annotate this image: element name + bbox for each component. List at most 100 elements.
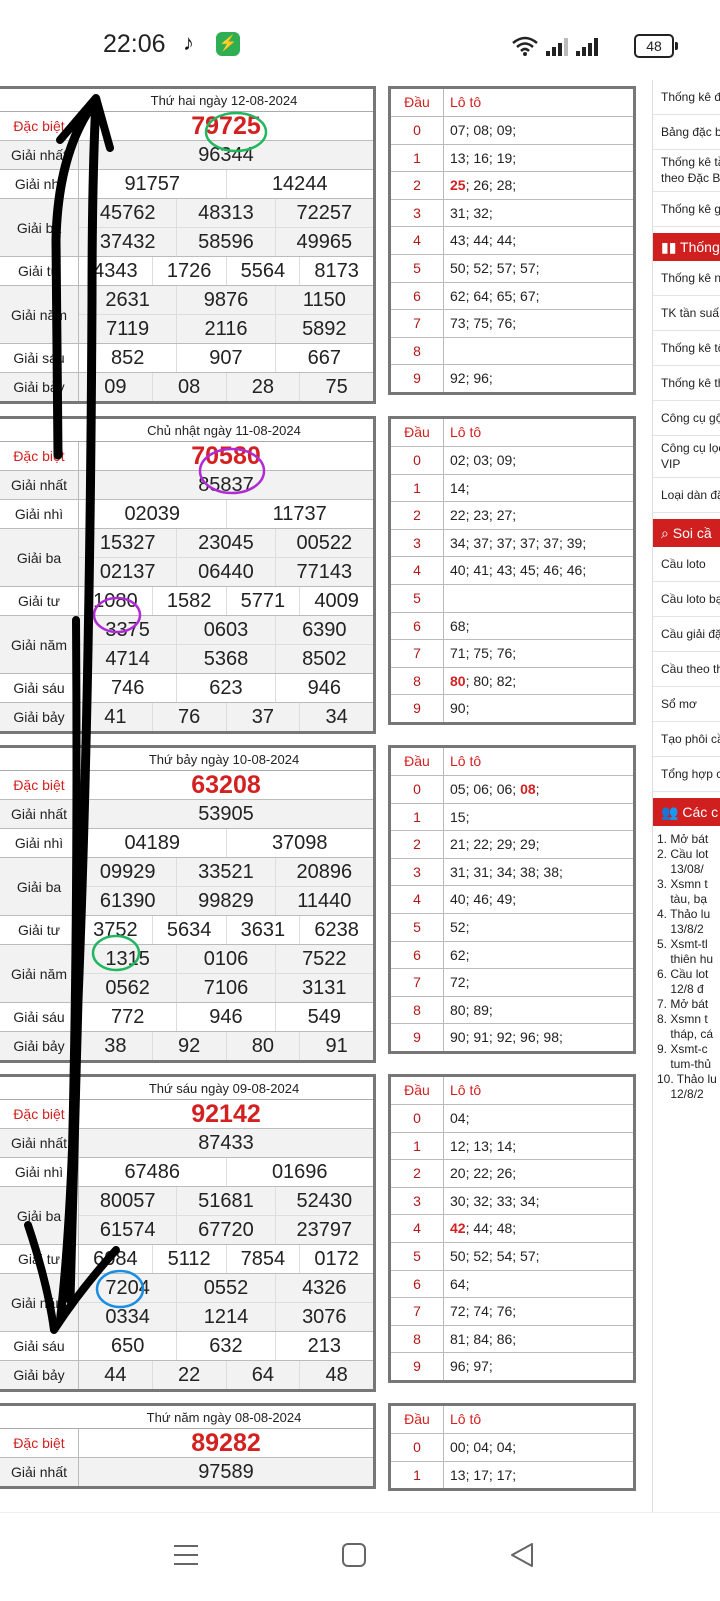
sidebar-link[interactable]: Thống kê tổ	[653, 331, 720, 366]
prize-number: 946	[274, 674, 373, 702]
forum-post-link[interactable]: 9. Xsmt-c	[657, 1042, 720, 1057]
results-page[interactable]: Thứ hai ngày 12-08-2024 Đặc biệt 79725 Giải…	[0, 80, 720, 1512]
sidebar-link[interactable]: Công cụ lọc VIP	[653, 436, 720, 478]
forum-post-link[interactable]: 1. Mở bát	[657, 832, 720, 847]
forum-post-link[interactable]: 12/8/2	[657, 1087, 720, 1102]
prize-number: 00522	[274, 529, 373, 557]
battery-saver-app-icon: ⚡	[216, 32, 240, 56]
sidebar-link[interactable]: Thống kê tầ theo Đặc B	[653, 150, 720, 192]
sidebar-link[interactable]: Sổ mơ	[653, 687, 720, 722]
prize-number: 22	[151, 1361, 226, 1389]
prize-number: 9876	[176, 286, 274, 314]
prize-number: 41	[104, 706, 127, 728]
prize-row: Giải ba 09929 33521 20896 61390 99829 11440	[0, 858, 373, 916]
forum-post-link[interactable]: tháp, cá	[657, 1027, 720, 1042]
loto-row: 6 68;	[391, 612, 633, 641]
prize-number: 11440	[274, 887, 373, 915]
sidebar-link[interactable]: Tạo phôi cầ	[653, 722, 720, 757]
sidebar-stats-header[interactable]: ▮▮ Thống	[653, 233, 720, 261]
forum-post-link[interactable]: tum-thủ	[657, 1057, 720, 1072]
sidebar-link[interactable]: Thống kê th	[653, 366, 720, 401]
sidebar-link[interactable]: Bảng đặc b	[653, 115, 720, 150]
loto-numbers: 64;	[450, 1275, 470, 1292]
loto-row: 0 00; 04; 04;	[391, 1434, 633, 1462]
forum-post-link[interactable]: 10. Thảo lu	[657, 1072, 720, 1087]
forum-post-link[interactable]: 4. Thảo lu	[657, 907, 720, 922]
loto-numbers: 73; 75; 76;	[450, 315, 517, 332]
loto-numbers: 52;	[450, 918, 470, 935]
sidebar-link[interactable]: Thống kê đ	[653, 80, 720, 115]
loto-head-digit: 0	[391, 776, 444, 803]
home-icon[interactable]	[340, 1541, 368, 1569]
back-icon[interactable]	[508, 1541, 536, 1569]
prize-number: 02039	[124, 503, 181, 525]
loto-row: 7 71; 75; 76;	[391, 640, 633, 668]
prize-label: Giải nhì	[0, 829, 79, 857]
prize-row: Giải nhì 04189 37098	[0, 829, 373, 858]
forum-post-link[interactable]: thiên hu	[657, 952, 720, 967]
sidebar-link[interactable]: TK tần suấ	[653, 296, 720, 331]
loto-row: 3 30; 32; 33; 34;	[391, 1187, 633, 1216]
loto-row: 9 92; 96;	[391, 365, 633, 392]
prize-label: Đặc biệt	[0, 771, 79, 799]
sidebar-forum-header[interactable]: 👥 Các c	[653, 798, 720, 826]
prize-row: Giải năm 3375 0603 6390 4714 5368 8502	[0, 616, 373, 674]
prize-row: Giải tư 1080 1582 5771 4009	[0, 587, 373, 616]
loto-head-digit: 3	[391, 1187, 444, 1215]
sidebar-link[interactable]: Công cụ gộ	[653, 401, 720, 436]
loto-table: Đầu Lô tô 0 02; 03; 09; 1 14; 2 22; 23; 27; 3 34;…	[388, 416, 636, 725]
menu-icon[interactable]	[172, 1541, 200, 1569]
prize-number: 6390	[274, 616, 373, 644]
sidebar-link[interactable]: Cầu giải đặ	[653, 617, 720, 652]
prize-label: Giải bảy	[0, 703, 79, 731]
sidebar-soicau-header[interactable]: ⌕ Soi cầ	[653, 519, 720, 547]
sidebar-link[interactable]: Cầu loto bạ	[653, 582, 720, 617]
loto-numbers: 02; 03; 09;	[450, 452, 517, 468]
prize-label: Giải ba	[0, 529, 79, 586]
forum-post-link[interactable]: 6. Cầu lot	[657, 967, 720, 982]
search-icon: ⌕	[661, 525, 673, 541]
loto-head-digit: 9	[391, 1353, 444, 1380]
prize-number: 06440	[176, 558, 274, 586]
prize-number: 1080	[93, 590, 138, 612]
forum-post-link[interactable]: tàu, bạ	[657, 892, 720, 907]
prize-label: Giải năm	[0, 1274, 79, 1331]
forum-post-link[interactable]: 12/8 đ	[657, 982, 720, 997]
prize-number: 48313	[176, 199, 274, 227]
prize-label: Giải năm	[0, 945, 79, 1002]
loto-row: 7 72; 74; 76;	[391, 1298, 633, 1326]
forum-post-link[interactable]: 13/8/2	[657, 922, 720, 937]
prize-row: Giải nhất 97589	[0, 1458, 373, 1486]
prize-label: Giải bảy	[0, 373, 79, 401]
forum-post-link[interactable]: 2. Cầu lot	[657, 847, 720, 862]
draw-date-header: Thứ bảy ngày 10-08-2024	[0, 748, 373, 771]
loto-highlight-number: 25	[450, 177, 466, 194]
prize-label: Giải sáu	[0, 344, 79, 372]
prize-number: 51681	[176, 1187, 274, 1215]
prize-number: 3131	[274, 974, 373, 1002]
forum-post-link[interactable]: 3. Xsmn t	[657, 877, 720, 892]
sidebar-link[interactable]: Cầu theo th	[653, 652, 720, 687]
loto-head-digit: 7	[391, 969, 444, 996]
sidebar-link[interactable]: Cầu loto	[653, 547, 720, 582]
sidebar-link[interactable]: Tổng hợp c	[653, 757, 720, 792]
sidebar-link[interactable]: Thống kê g	[653, 192, 720, 227]
sidebar-link[interactable]: Thống kê n	[653, 261, 720, 296]
prize-number: 37	[225, 703, 300, 731]
tiktok-icon: ♪	[183, 30, 194, 55]
forum-post-link[interactable]: 7. Mở bát	[657, 997, 720, 1012]
prize-number: 04189	[124, 832, 181, 854]
prize-row: Giải bảy 41 76 37 34	[0, 703, 373, 731]
loto-numbers: 20; 22; 26;	[450, 1165, 517, 1182]
forum-post-link[interactable]: 13/08/	[657, 862, 720, 877]
loto-head-digit: 3	[391, 529, 444, 557]
loto-head-digit: 4	[391, 227, 444, 254]
prize-row: Giải ba 15327 23045 00522 02137 06440 77143	[0, 529, 373, 587]
forum-post-link[interactable]: 8. Xsmn t	[657, 1012, 720, 1027]
loto-numbers: 62; 64; 65; 67;	[450, 287, 540, 304]
sidebar-link[interactable]: Loại dàn đặ	[653, 478, 720, 513]
loto-numbers: 13; 16; 19;	[450, 149, 517, 166]
prize-number: 6084	[93, 1248, 138, 1270]
forum-post-link[interactable]: 5. Xsmt-tl	[657, 937, 720, 952]
loto-highlight-number: 80	[450, 672, 466, 689]
